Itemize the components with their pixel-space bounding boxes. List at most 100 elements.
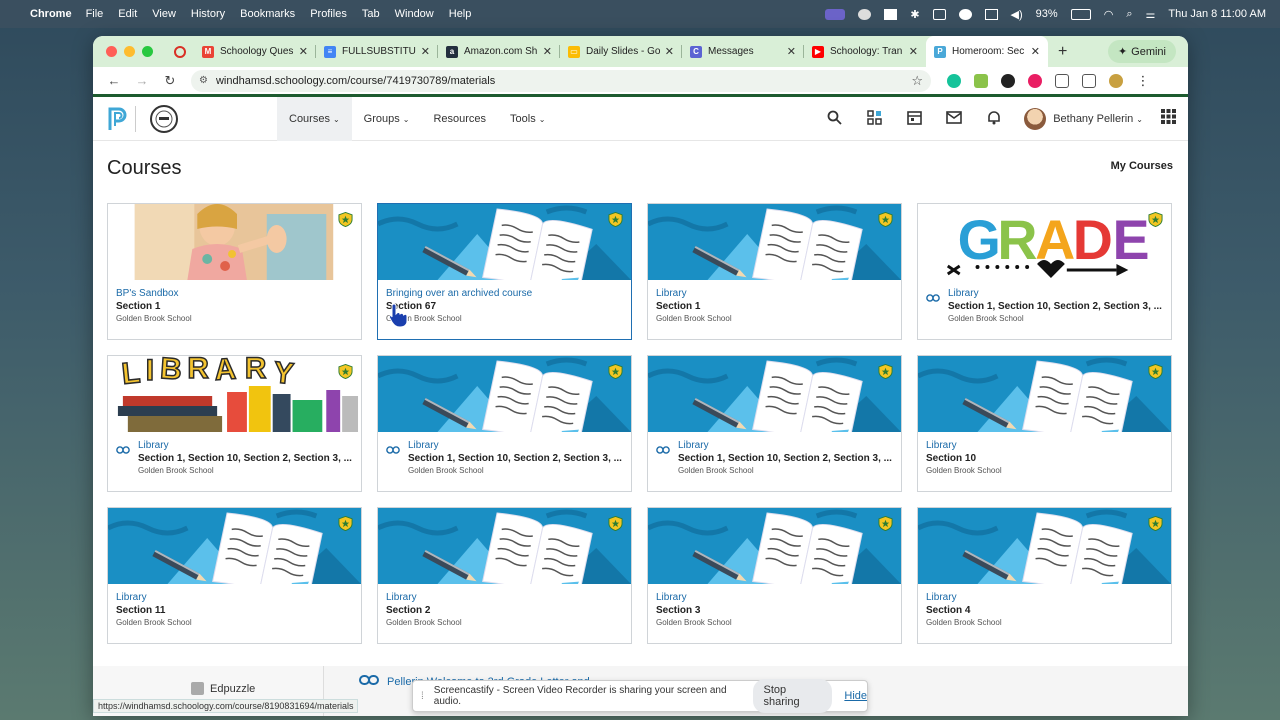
nav-groups[interactable]: Groups ⌄ [352, 97, 422, 141]
menubar-datetime[interactable]: Thu Jan 8 11:00 AM [1168, 8, 1266, 20]
chrome-menu-icon[interactable]: ⋮ [1136, 73, 1150, 88]
course-image[interactable] [108, 204, 361, 280]
close-tab-icon[interactable]: ✕ [543, 45, 552, 58]
screen-share-icon[interactable] [825, 8, 846, 20]
course-name[interactable]: BP's Sandbox [116, 288, 353, 299]
html5-icon[interactable] [884, 8, 898, 20]
course-image[interactable] [648, 356, 901, 432]
favorite-shield-icon[interactable] [608, 363, 623, 380]
close-tab-icon[interactable]: ✕ [787, 45, 796, 58]
favorite-shield-icon[interactable] [1148, 363, 1163, 380]
control-center-icon[interactable]: ⚌ [1145, 8, 1155, 21]
menu-profiles[interactable]: Profiles [310, 8, 347, 20]
minimize-window-button[interactable] [124, 46, 135, 57]
course-card[interactable]: Library Section 3 Golden Brook School [647, 507, 902, 644]
stop-sharing-button[interactable]: Stop sharing [753, 679, 833, 713]
course-name[interactable]: Library [948, 288, 1163, 299]
wifi-icon[interactable]: ◠ [1104, 8, 1114, 21]
tab-schoology-training[interactable]: ▶ Schoology: Tran ✕ [804, 36, 926, 67]
bell-icon[interactable] [974, 110, 1014, 129]
tab-amazon[interactable]: a Amazon.com Sh ✕ [438, 36, 560, 67]
cloud-icon[interactable] [858, 8, 872, 20]
course-card[interactable]: Library Section 2 Golden Brook School [377, 507, 632, 644]
favorite-shield-icon[interactable] [338, 515, 353, 532]
course-card[interactable]: Library Section 4 Golden Brook School [917, 507, 1172, 644]
favorite-shield-icon[interactable] [878, 515, 893, 532]
course-name[interactable]: Library [926, 592, 1163, 603]
course-card[interactable]: Library Section 11 Golden Brook School [107, 507, 362, 644]
menubar-app-name[interactable]: Chrome [30, 8, 72, 20]
course-image[interactable] [378, 204, 631, 280]
course-name[interactable]: Library [116, 592, 353, 603]
course-name[interactable]: Library [138, 440, 353, 451]
apps-icon[interactable] [854, 109, 894, 129]
course-name[interactable]: Library [386, 592, 623, 603]
ublock-icon[interactable] [1001, 73, 1015, 88]
menu-help[interactable]: Help [449, 8, 472, 20]
app-grid-icon[interactable] [1161, 109, 1176, 129]
close-window-button[interactable] [106, 46, 117, 57]
extensions-puzzle-icon[interactable] [1055, 73, 1069, 88]
close-tab-icon[interactable]: ✕ [421, 45, 430, 58]
school-logo[interactable] [150, 104, 178, 133]
edpuzzle-item[interactable]: Edpuzzle [191, 682, 255, 695]
my-courses-link[interactable]: My Courses [1111, 160, 1173, 172]
search-icon[interactable] [814, 110, 854, 129]
course-card[interactable]: G R A D E Library Section 1, Section 10, … [917, 203, 1172, 340]
drag-handle-icon[interactable]: ⁞ [421, 691, 424, 702]
forward-button[interactable]: → [131, 73, 153, 88]
favorite-shield-icon[interactable] [338, 211, 353, 228]
course-card[interactable]: Library Section 1 Golden Brook School [647, 203, 902, 340]
schoology-logo[interactable] [107, 106, 129, 132]
menu-view[interactable]: View [152, 8, 176, 20]
menu-file[interactable]: File [86, 8, 104, 20]
favorite-shield-icon[interactable] [1148, 515, 1163, 532]
back-button[interactable]: ← [103, 73, 125, 88]
course-card[interactable]: Library Section 1, Section 10, Section 2,… [647, 355, 902, 492]
battery-icon[interactable] [1070, 8, 1091, 20]
bookmark-star-icon[interactable]: ☆ [911, 73, 923, 89]
sheets-extension-icon[interactable] [974, 73, 988, 88]
close-tab-icon[interactable]: ✕ [1031, 45, 1040, 58]
course-image[interactable] [918, 508, 1171, 584]
zoom-window-button[interactable] [142, 46, 153, 57]
minus-circle-icon[interactable] [958, 8, 972, 20]
tab-fullsubstitute[interactable]: ≡ FULLSUBSTITU ✕ [316, 36, 438, 67]
favorite-shield-icon[interactable] [608, 515, 623, 532]
nav-courses[interactable]: Courses ⌄ [277, 97, 352, 141]
new-tab-button[interactable]: + [1058, 43, 1067, 61]
course-image[interactable]: L I B R A R Y [108, 356, 361, 432]
favorite-shield-icon[interactable] [338, 363, 353, 380]
course-image[interactable] [108, 508, 361, 584]
grammarly-icon[interactable] [947, 73, 961, 88]
close-tab-icon[interactable]: ✕ [665, 45, 674, 58]
nav-tools[interactable]: Tools ⌄ [498, 97, 557, 141]
course-image[interactable] [918, 356, 1171, 432]
hide-button[interactable]: Hide [844, 690, 867, 702]
close-tab-icon[interactable]: ✕ [909, 45, 918, 58]
course-name[interactable]: Library [656, 288, 893, 299]
tab-messages[interactable]: C Messages ✕ [682, 36, 804, 67]
course-name[interactable]: Library [656, 592, 893, 603]
app-icon[interactable] [932, 8, 946, 20]
course-image[interactable]: G R A D E [918, 204, 1171, 280]
menu-edit[interactable]: Edit [118, 8, 137, 20]
course-card[interactable]: BP's Sandbox Section 1 Golden Brook School [107, 203, 362, 340]
cast-icon[interactable] [1082, 73, 1096, 88]
search-icon[interactable]: ⌕ [1126, 8, 1132, 21]
course-image[interactable] [378, 356, 631, 432]
course-image[interactable] [648, 508, 901, 584]
favorite-shield-icon[interactable] [878, 363, 893, 380]
menu-tab[interactable]: Tab [362, 8, 380, 20]
favorite-shield-icon[interactable] [608, 211, 623, 228]
tab-homeroom[interactable]: P Homeroom: Sec ✕ [926, 36, 1048, 67]
address-bar[interactable]: ⚙ windhamsd.schoology.com/course/7419730… [191, 69, 931, 92]
record-icon[interactable] [174, 45, 186, 58]
favorite-shield-icon[interactable] [1148, 211, 1163, 228]
tab-schoology-questions[interactable]: M Schoology Ques ✕ [194, 36, 316, 67]
course-card[interactable]: Bringing over an archived course Section … [377, 203, 632, 340]
reload-button[interactable]: ↻ [159, 73, 181, 89]
course-name[interactable]: Library [408, 440, 623, 451]
close-tab-icon[interactable]: ✕ [299, 45, 308, 58]
profile-avatar-icon[interactable] [1109, 73, 1123, 88]
